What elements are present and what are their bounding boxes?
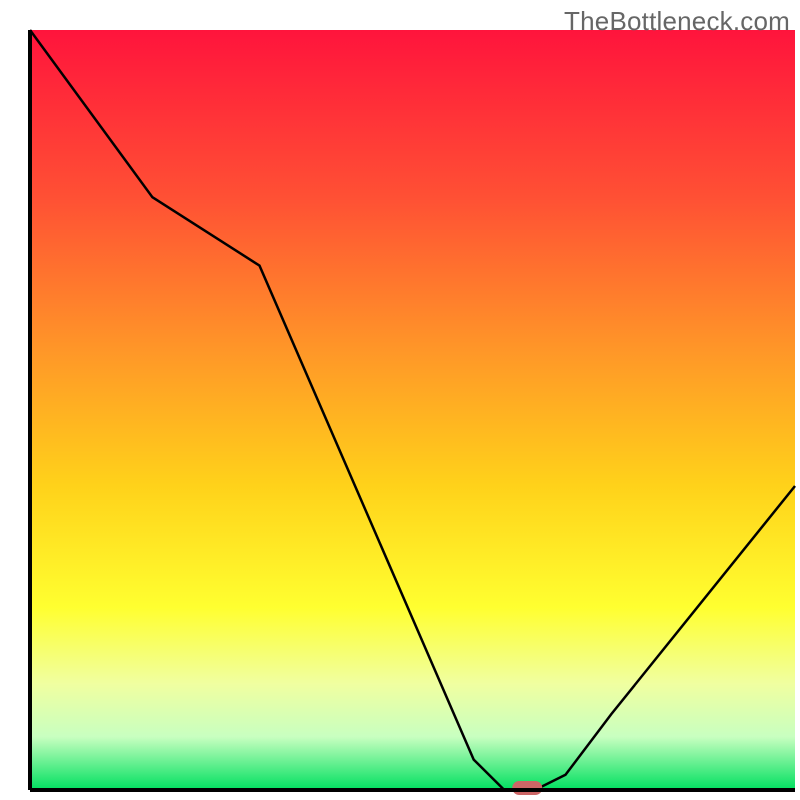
watermark-text: TheBottleneck.com bbox=[564, 6, 790, 37]
plot-background bbox=[30, 30, 795, 790]
bottleneck-chart bbox=[0, 0, 800, 800]
chart-container: TheBottleneck.com bbox=[0, 0, 800, 800]
